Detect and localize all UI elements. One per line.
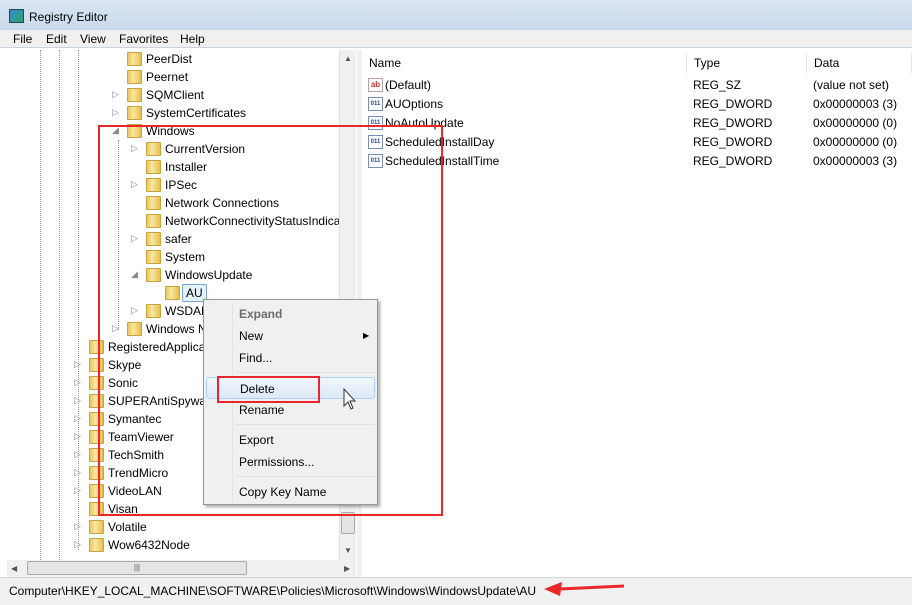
- folder-icon: [89, 520, 104, 534]
- menu-item-label: Copy Key Name: [239, 485, 327, 499]
- annotation-box-delete: [217, 376, 320, 403]
- value-data: 0x00000000 (0): [813, 116, 898, 130]
- value-data: 0x00000003 (3): [813, 97, 898, 111]
- value-type: REG_DWORD: [693, 97, 773, 111]
- expand-arrow-icon[interactable]: ▷: [74, 539, 81, 550]
- menu-separator: [236, 372, 374, 373]
- expand-arrow-icon[interactable]: ▷: [74, 395, 81, 406]
- menu-item-label: Permissions...: [239, 455, 315, 469]
- column-header-type[interactable]: Type: [687, 53, 807, 73]
- menu-item-label: Export: [239, 433, 274, 447]
- expand-arrow-icon[interactable]: ▷: [112, 89, 119, 100]
- title-bar: Registry Editor: [0, 0, 912, 30]
- tree-item[interactable]: PeerDist: [7, 50, 339, 68]
- menu-item-label: Expand: [239, 307, 283, 321]
- status-path: Computer\HKEY_LOCAL_MACHINE\SOFTWARE\Pol…: [9, 584, 537, 598]
- scroll-up-icon[interactable]: ▲: [344, 54, 352, 63]
- column-header-name[interactable]: Name: [362, 53, 687, 73]
- expand-arrow-icon[interactable]: ▷: [112, 107, 119, 118]
- mouse-cursor-icon: [343, 388, 356, 410]
- dword-value-icon: 011: [368, 97, 383, 111]
- expand-arrow-icon[interactable]: ▷: [74, 449, 81, 460]
- folder-icon: [127, 106, 142, 120]
- menu-view[interactable]: View: [80, 32, 106, 46]
- value-type: REG_DWORD: [693, 116, 773, 130]
- value-type: REG_SZ: [693, 78, 742, 92]
- column-header-data[interactable]: Data: [807, 53, 912, 73]
- tree-item-label: SystemCertificates: [146, 106, 247, 120]
- value-row[interactable]: 011 NoAutoUpdate REG_DWORD 0x00000000 (0): [362, 113, 912, 132]
- value-data: 0x00000003 (3): [813, 154, 898, 168]
- value-type: REG_DWORD: [693, 135, 773, 149]
- submenu-arrow-icon: ▶: [363, 331, 370, 340]
- value-data: 0x00000000 (0): [813, 135, 898, 149]
- tree-item[interactable]: Peernet: [7, 68, 339, 86]
- tree-item[interactable]: ▷ Volatile: [7, 518, 339, 536]
- string-value-icon: ab: [368, 78, 383, 92]
- tree-item-label: PeerDist: [146, 52, 193, 66]
- expand-arrow-icon[interactable]: ▷: [74, 359, 81, 370]
- tree-item-label: SQMClient: [146, 88, 205, 102]
- menu-favorites[interactable]: Favorites: [119, 32, 168, 46]
- value-data: (value not set): [813, 78, 890, 92]
- expand-arrow-icon[interactable]: ▷: [74, 413, 81, 424]
- menu-item-label: Find...: [239, 351, 273, 365]
- value-name: (Default): [385, 78, 432, 92]
- tree-item-label: Peernet: [146, 70, 189, 84]
- tree-item[interactable]: ▷ SQMClient: [7, 86, 339, 104]
- folder-icon: [127, 88, 142, 102]
- value-row[interactable]: 011 ScheduledInstallTime REG_DWORD 0x000000…: [362, 151, 912, 170]
- tree-item-label: Wow6432Node: [108, 538, 190, 552]
- menu-item-label: New: [239, 329, 264, 343]
- expand-arrow-icon[interactable]: ▷: [74, 467, 81, 478]
- context-menu-item-expand: Expand: [206, 303, 375, 325]
- value-row[interactable]: 011 AUOptions REG_DWORD 0x00000003 (3): [362, 94, 912, 113]
- value-name: AUOptions: [385, 97, 444, 111]
- folder-icon: [89, 538, 104, 552]
- menu-edit[interactable]: Edit: [46, 32, 67, 46]
- value-row[interactable]: ab (Default) REG_SZ (value not set): [362, 75, 912, 94]
- window-title: Registry Editor: [29, 10, 108, 24]
- expand-arrow-icon[interactable]: ▷: [74, 377, 81, 388]
- tree-item[interactable]: ▷ Wow6432Node: [7, 536, 339, 554]
- context-menu-item-find[interactable]: Find...: [206, 347, 375, 369]
- context-menu-item-permissions[interactable]: Permissions...: [206, 451, 375, 473]
- values-list: Name Type Data ab (Default) REG_SZ (value n…: [362, 50, 912, 577]
- menu-item-label: Rename: [239, 403, 285, 417]
- tree-item-label: Volatile: [108, 520, 147, 534]
- tree-horizontal-scrollbar[interactable]: ◀ ||| ▶: [7, 560, 356, 577]
- expand-arrow-icon[interactable]: ▷: [74, 431, 81, 442]
- scroll-right-icon[interactable]: ▶: [344, 564, 350, 573]
- tree-item[interactable]: ▷ SystemCertificates: [7, 104, 339, 122]
- annotation-arrow-icon: [544, 582, 625, 596]
- menu-help[interactable]: Help: [180, 32, 205, 46]
- menu-bar: File Edit View Favorites Help: [0, 30, 912, 48]
- folder-icon: [127, 52, 142, 66]
- menu-separator: [236, 424, 374, 425]
- status-bar: Computer\HKEY_LOCAL_MACHINE\SOFTWARE\Pol…: [0, 577, 912, 605]
- scroll-thumb[interactable]: |||: [27, 561, 247, 575]
- folder-icon: [127, 70, 142, 84]
- expand-arrow-icon[interactable]: ▷: [74, 485, 81, 496]
- menu-file[interactable]: File: [13, 32, 32, 46]
- value-row[interactable]: 011 ScheduledInstallDay REG_DWORD 0x0000000…: [362, 132, 912, 151]
- context-menu-item-new[interactable]: New ▶: [206, 325, 375, 347]
- value-type: REG_DWORD: [693, 154, 773, 168]
- registry-editor-icon: [9, 9, 24, 23]
- context-menu-item-copy-key-name[interactable]: Copy Key Name: [206, 481, 375, 503]
- scroll-down-icon[interactable]: ▼: [344, 546, 352, 555]
- context-menu-item-export[interactable]: Export: [206, 429, 375, 451]
- expand-arrow-icon[interactable]: ▷: [74, 521, 81, 532]
- scroll-left-icon[interactable]: ◀: [11, 564, 17, 573]
- menu-separator: [236, 476, 374, 477]
